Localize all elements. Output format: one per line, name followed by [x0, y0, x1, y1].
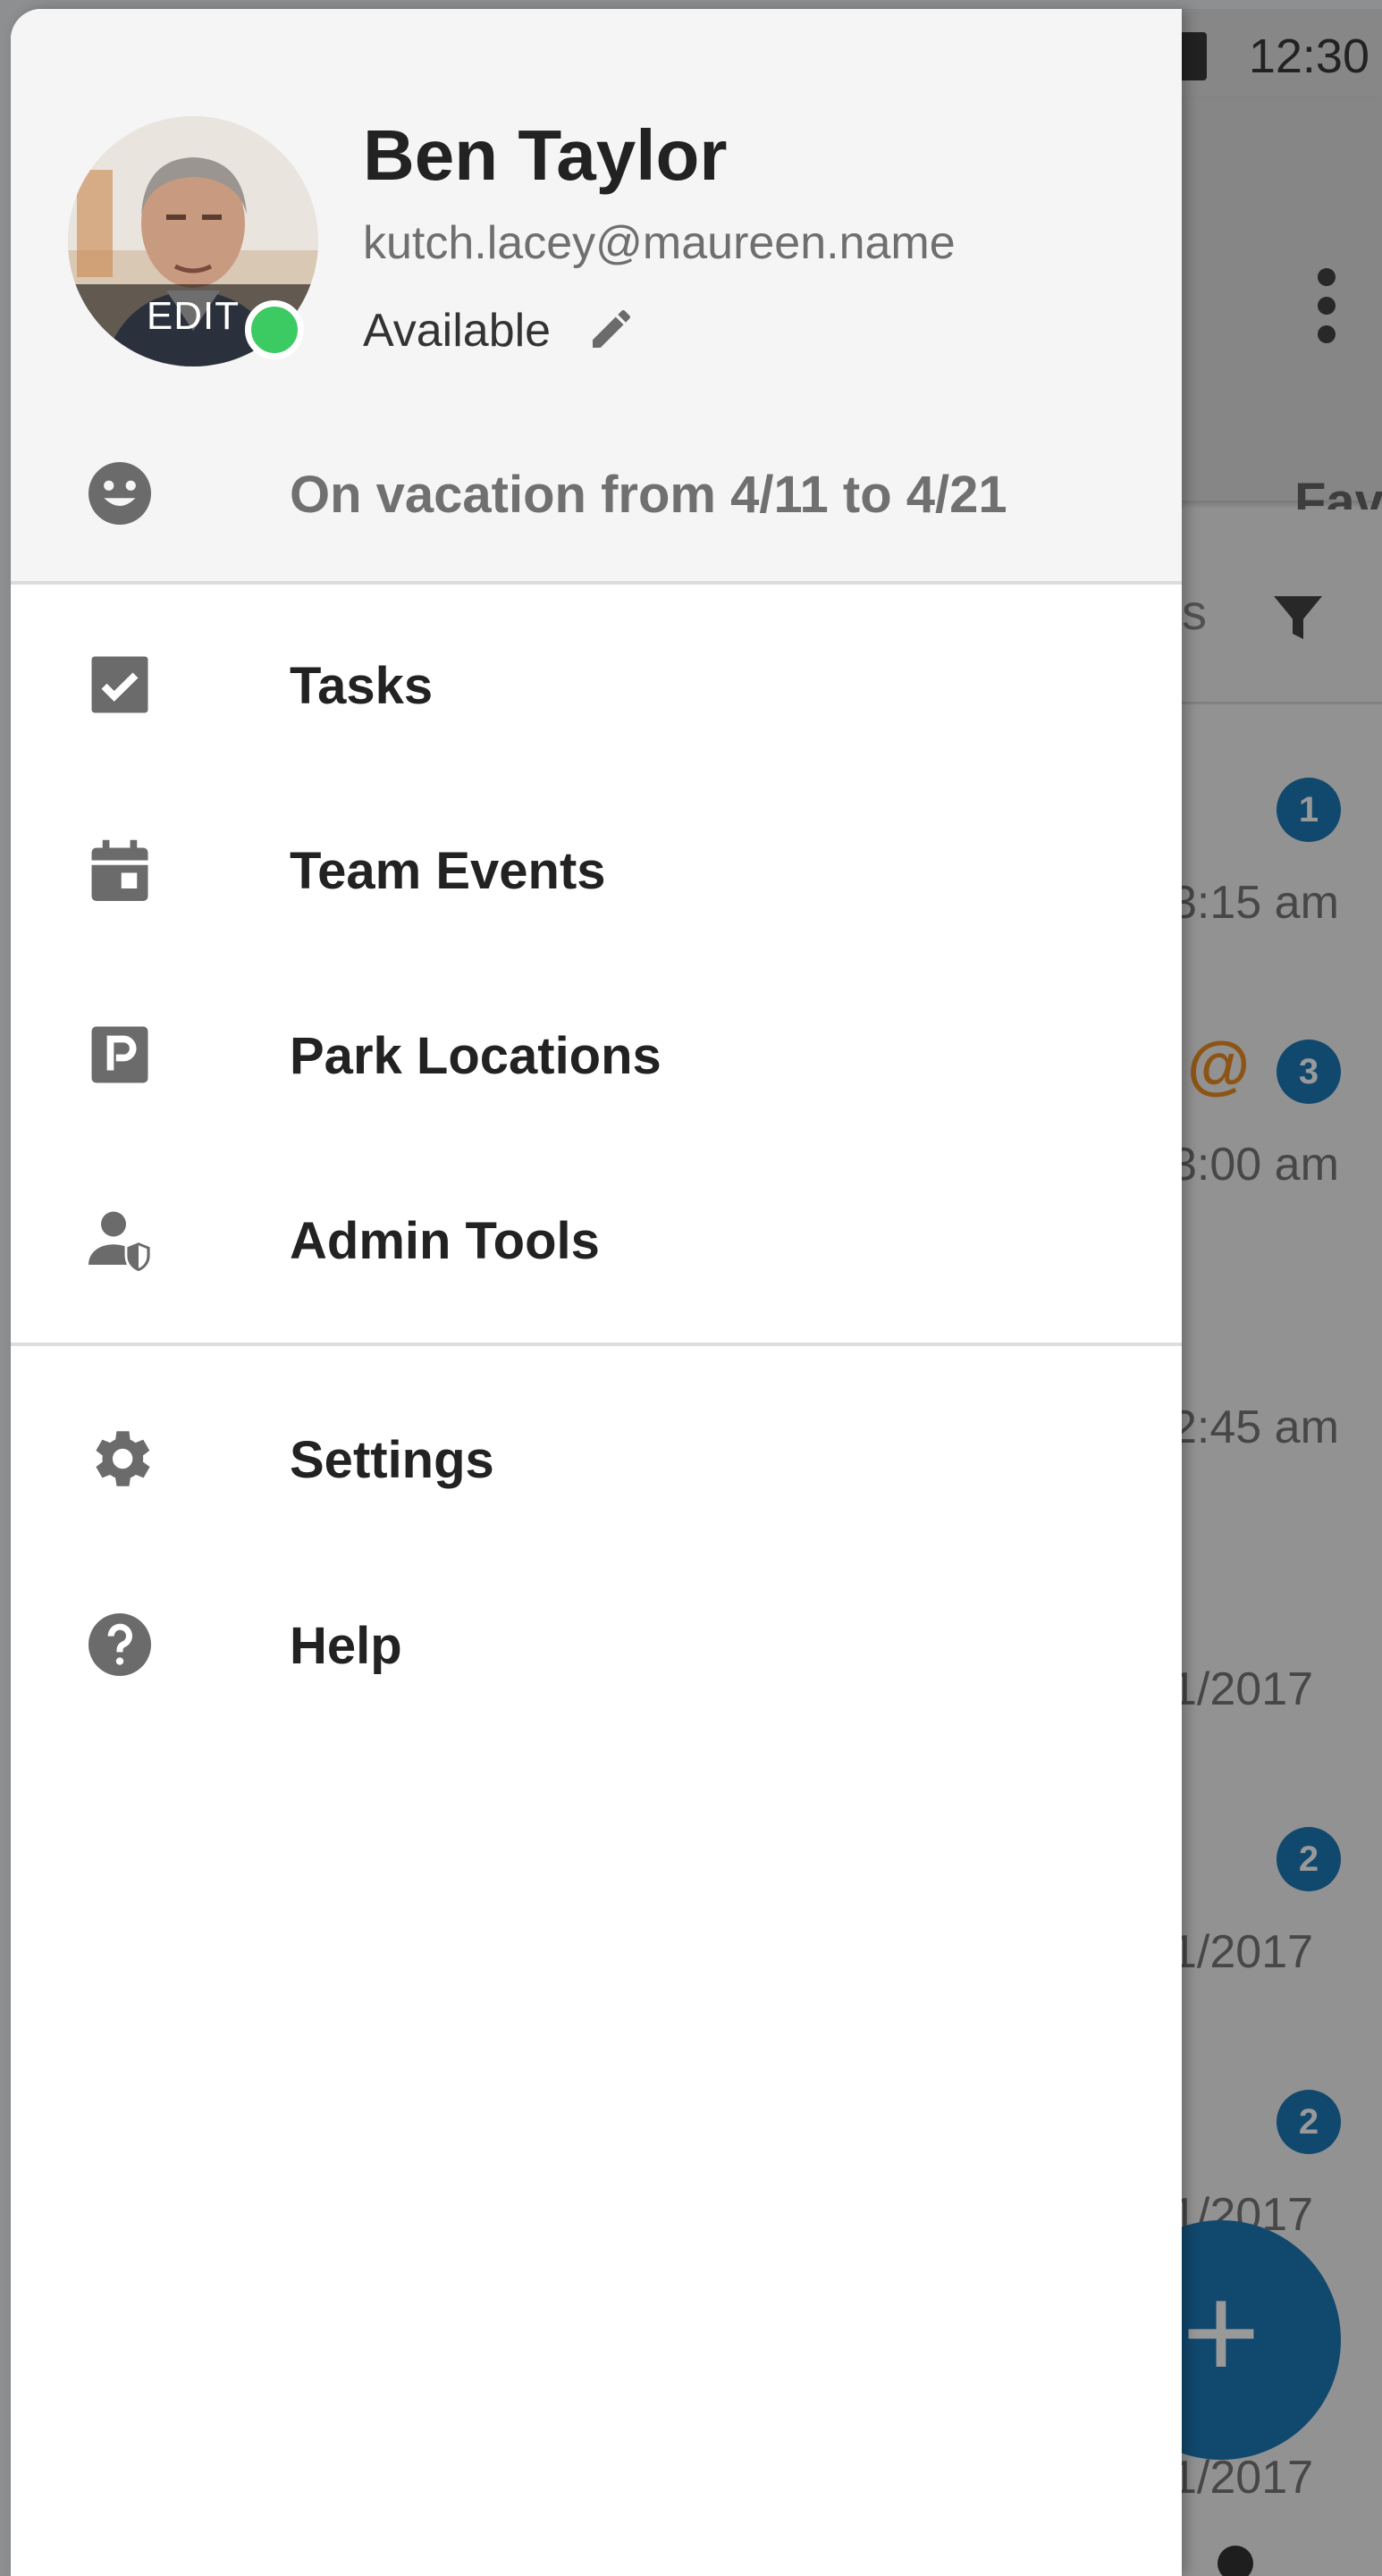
nav-label-park-locations: Park Locations — [290, 1027, 662, 1085]
nav-label-admin-tools: Admin Tools — [290, 1212, 600, 1270]
nav-label-team-events: Team Events — [290, 842, 606, 900]
user-name: Ben Taylor — [363, 115, 728, 195]
checkbox-icon — [91, 656, 148, 713]
user-email: kutch.lacey@maureen.name — [363, 217, 956, 269]
nav-item-team-events[interactable]: Team Events — [11, 780, 1182, 959]
nav-item-park-locations[interactable]: Park Locations — [11, 965, 1182, 1144]
gear-icon — [96, 1431, 150, 1486]
nav-label-tasks: Tasks — [290, 657, 434, 715]
nav-item-admin-tools[interactable]: Admin Tools — [11, 1150, 1182, 1329]
calendar-icon — [91, 839, 148, 901]
drawer-divider — [11, 1343, 1182, 1346]
nav-item-tasks[interactable]: Tasks — [11, 595, 1182, 774]
custom-status-text[interactable]: On vacation from 4/11 to 4/21 — [290, 465, 1007, 525]
nav-item-settings[interactable]: Settings — [11, 1369, 1182, 1548]
help-icon — [88, 1613, 151, 1676]
navigation-drawer: EDIT Ben Taylor kutch.lacey@maureen.name… — [11, 9, 1182, 2576]
user-status[interactable]: Available — [363, 304, 551, 358]
nav-label-help: Help — [290, 1617, 402, 1675]
admin-shield-icon — [88, 1211, 153, 1275]
pencil-icon[interactable] — [586, 304, 636, 354]
parking-icon — [91, 1026, 148, 1083]
smiley-icon — [88, 462, 151, 525]
drawer-header: EDIT Ben Taylor kutch.lacey@maureen.name… — [11, 9, 1182, 585]
nav-label-settings: Settings — [290, 1431, 494, 1489]
presence-indicator — [245, 300, 304, 359]
nav-item-help[interactable]: Help — [11, 1555, 1182, 1734]
